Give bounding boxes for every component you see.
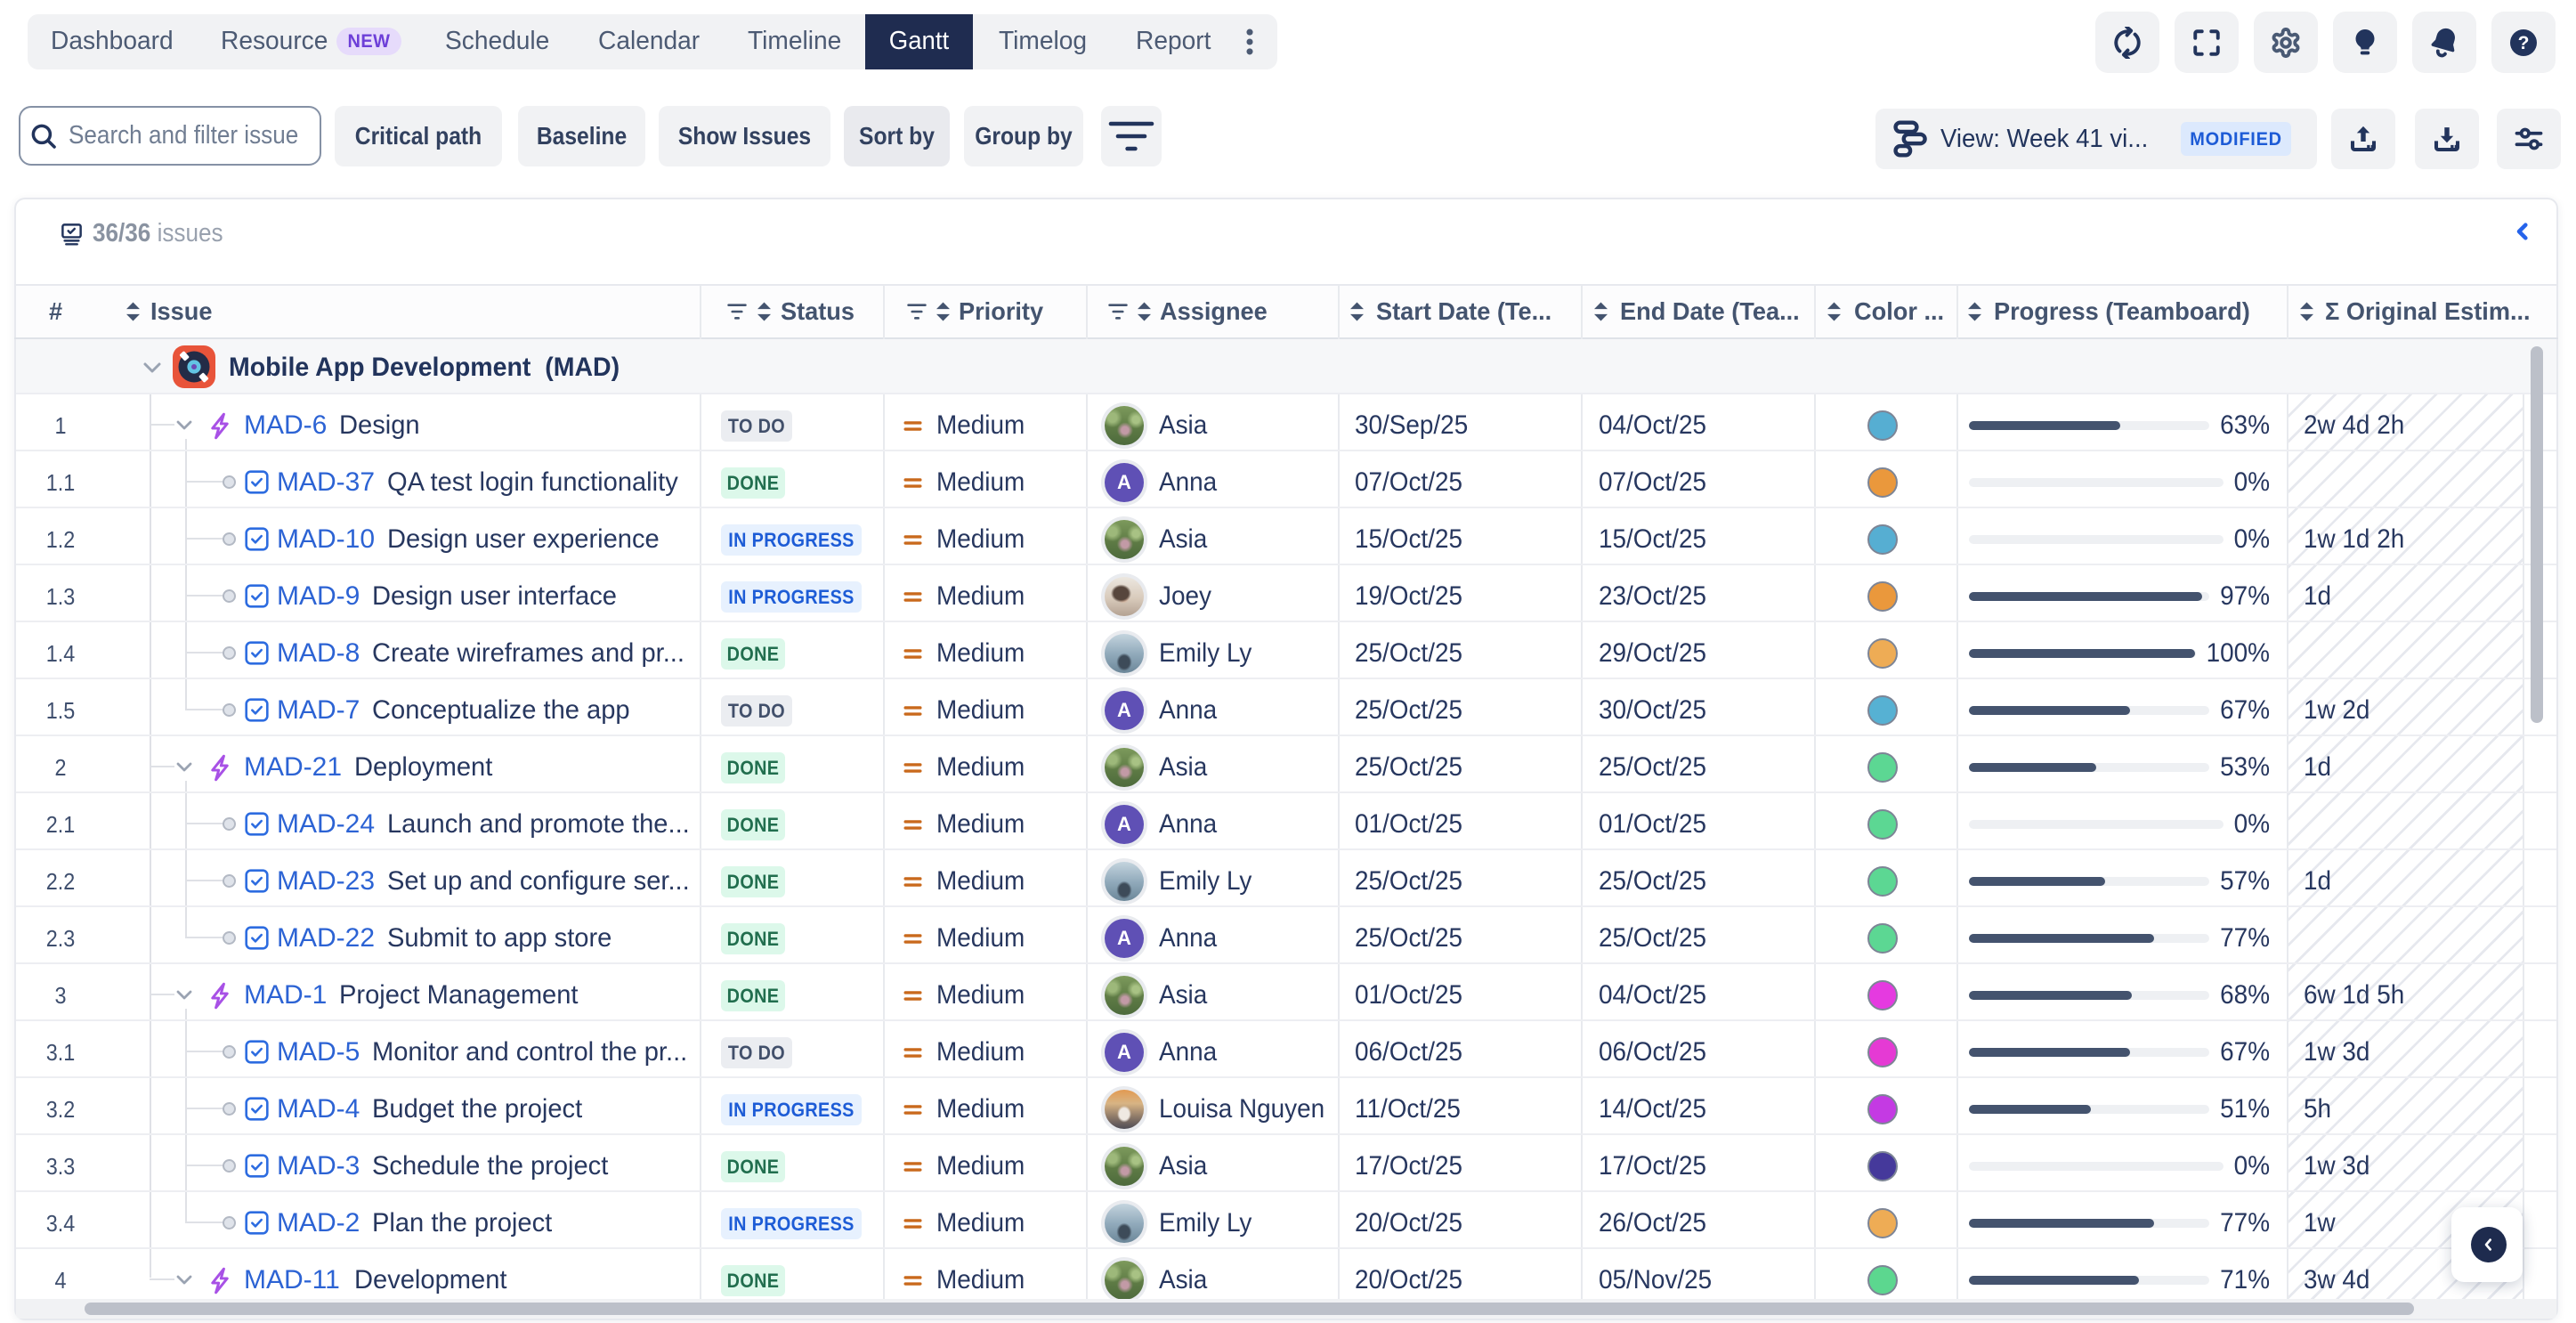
- svg-text:?: ?: [2518, 33, 2530, 53]
